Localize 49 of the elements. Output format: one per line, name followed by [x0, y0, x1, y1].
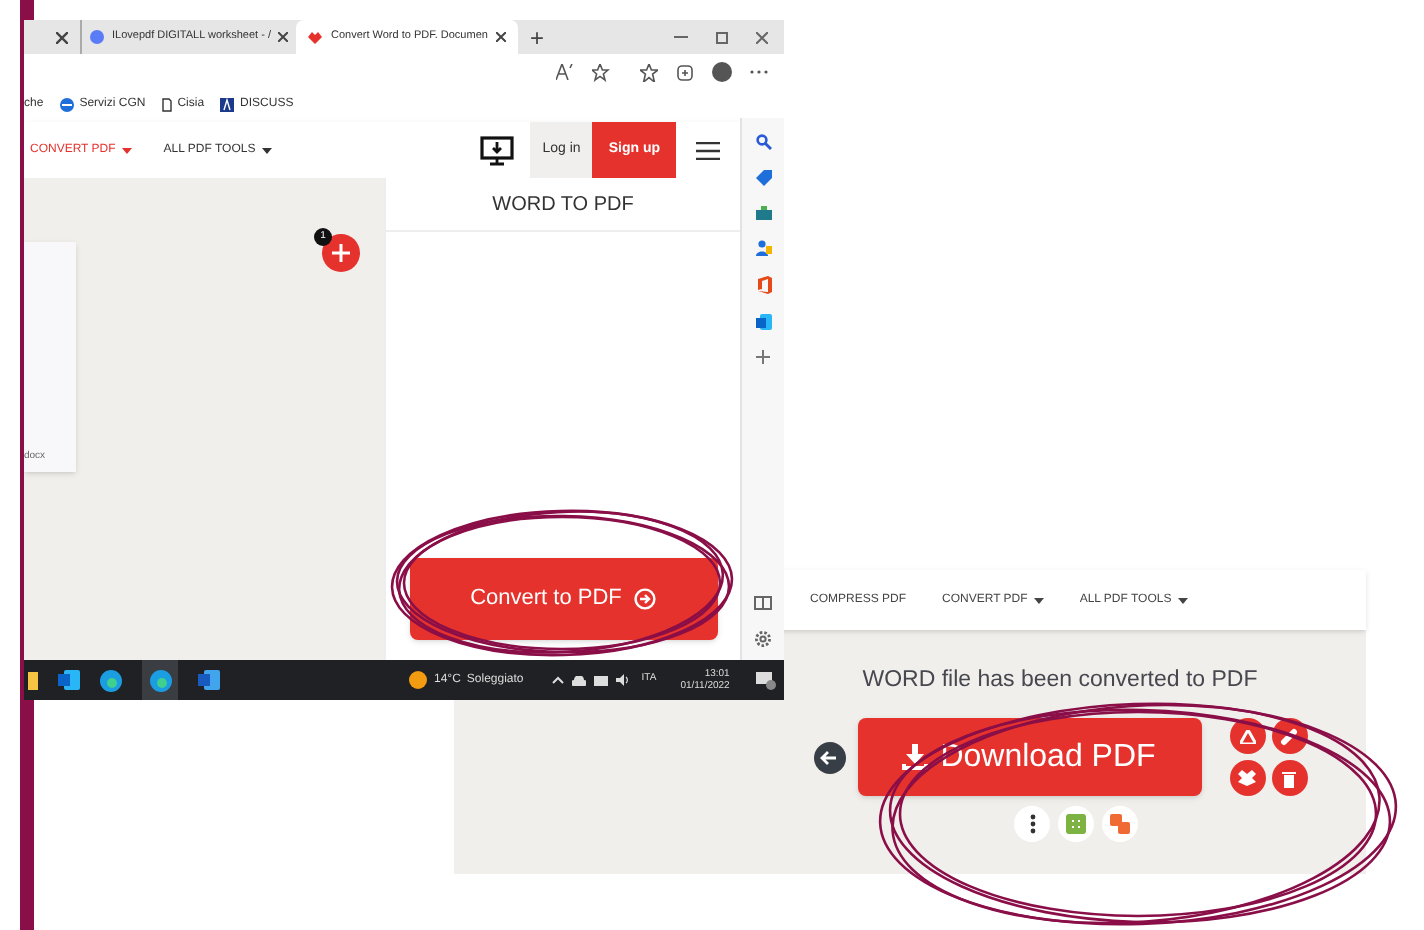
cloud-icon[interactable]: [571, 675, 586, 685]
heart-icon: [308, 31, 323, 43]
delete-button[interactable]: [1271, 760, 1307, 797]
triangle-icon: [1239, 729, 1255, 744]
favorite-add-icon[interactable]: [592, 63, 610, 81]
result-message: WORD file has been converted to PDF: [862, 666, 1258, 696]
panel-title: WORD TO PDF: [492, 191, 634, 219]
add-file-button[interactable]: [322, 234, 360, 272]
active-app-tile[interactable]: [142, 660, 178, 700]
search-icon[interactable]: [755, 134, 771, 150]
briefcase-icon[interactable]: [755, 206, 771, 220]
split-screen-icon[interactable]: [754, 596, 772, 610]
settings-icon[interactable]: [754, 630, 772, 648]
arrow-circle-icon: [633, 588, 656, 610]
plus-icon: [332, 244, 350, 262]
maximize-icon[interactable]: [716, 31, 728, 43]
overlapping-squares-icon: [1110, 814, 1130, 835]
more-button[interactable]: [1014, 806, 1050, 843]
close-icon[interactable]: [756, 31, 768, 43]
desktop-download-icon[interactable]: [480, 135, 515, 165]
page-icon: [161, 97, 172, 111]
chevron-up-icon[interactable]: [551, 676, 564, 684]
close-icon[interactable]: [495, 32, 506, 42]
tag-icon[interactable]: [755, 170, 771, 186]
trash-icon: [1282, 769, 1296, 788]
plus-icon[interactable]: [756, 350, 770, 364]
new-tab-button[interactable]: +: [529, 25, 544, 49]
close-icon: [56, 31, 68, 43]
notifications-icon[interactable]: [755, 671, 776, 689]
globe-icon: [59, 97, 74, 111]
merge-button[interactable]: [1102, 806, 1138, 843]
collections-icon[interactable]: [676, 63, 694, 81]
close-icon[interactable]: [278, 32, 289, 42]
profile-avatar[interactable]: [712, 62, 732, 82]
favorites-icon[interactable]: [640, 63, 658, 81]
download-pdf-button[interactable]: Download PDF: [857, 718, 1201, 797]
people-icon[interactable]: [755, 240, 771, 256]
dropbox-button[interactable]: [1229, 760, 1265, 797]
read-aloud-icon[interactable]: [556, 64, 574, 80]
drive-button[interactable]: [1229, 718, 1265, 755]
dots-icon: [1029, 814, 1035, 835]
download-icon: [902, 744, 929, 771]
back-arrow-icon: [820, 749, 838, 766]
convert-to-pdf-button[interactable]: Convert to PDF: [409, 558, 717, 640]
menu-icon[interactable]: [696, 141, 720, 159]
grid-icon: [1066, 814, 1086, 835]
speaker-icon[interactable]: [615, 674, 630, 686]
battery-icon[interactable]: [593, 675, 608, 685]
back-button[interactable]: [813, 741, 845, 774]
